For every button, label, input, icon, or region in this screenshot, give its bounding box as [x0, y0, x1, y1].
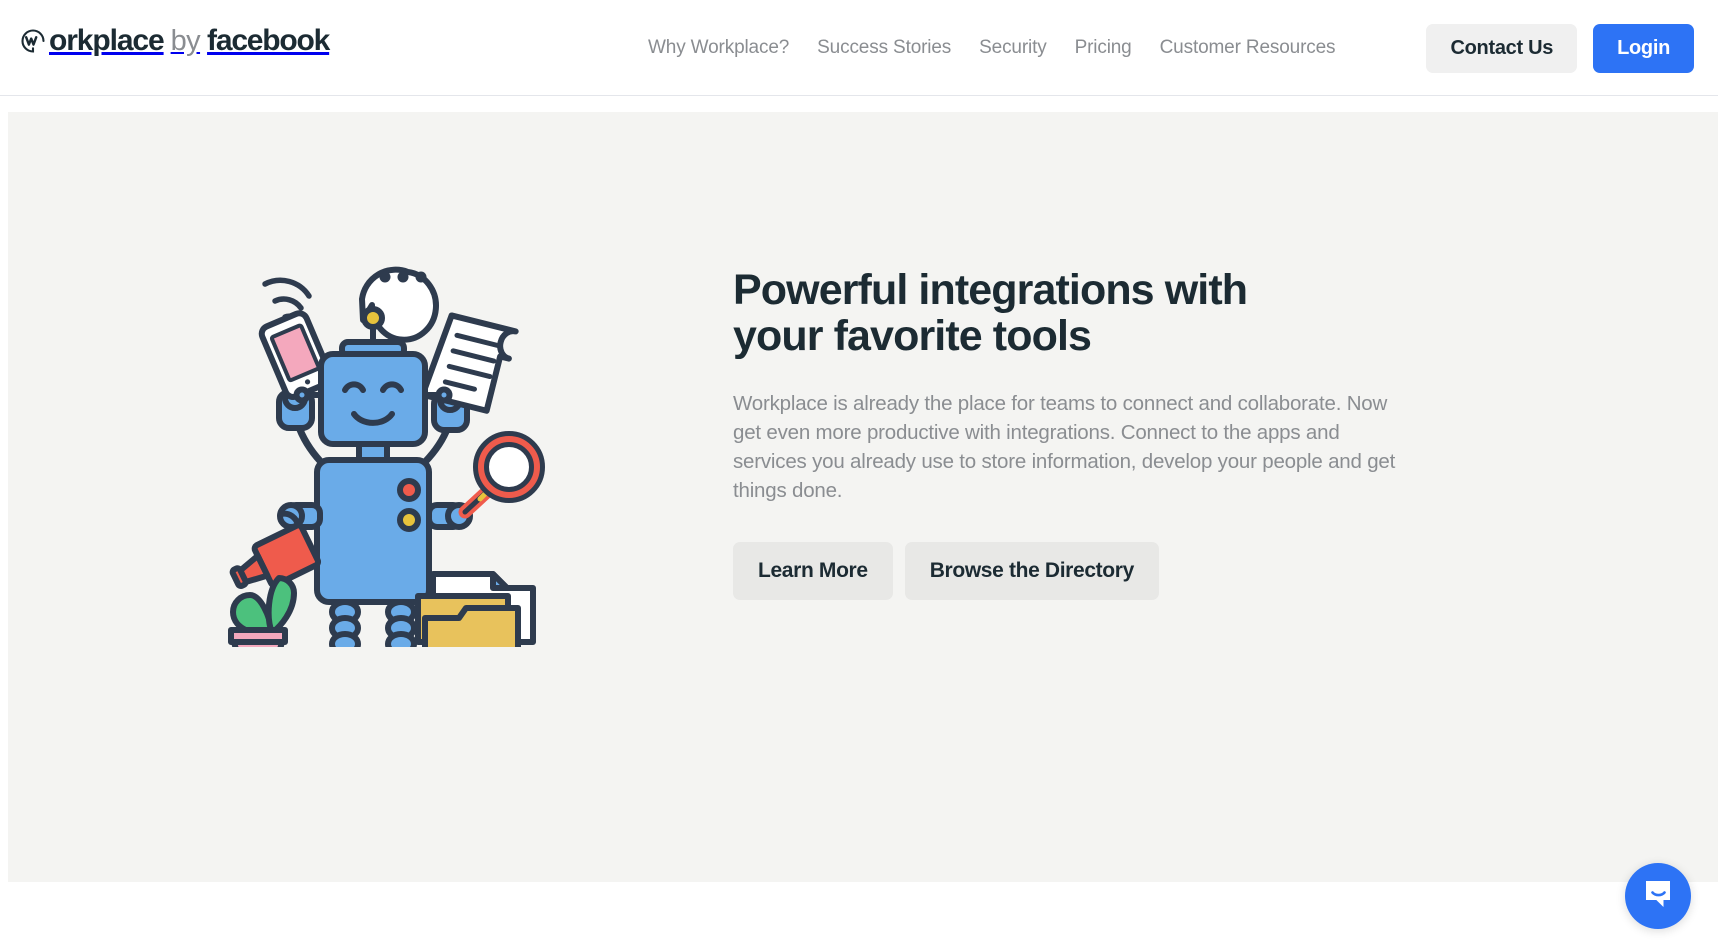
main-navigation: Why Workplace? Success Stories Security …	[648, 0, 1336, 96]
robot-torso	[314, 457, 432, 605]
robot-magnifier-arm	[426, 431, 545, 530]
page-title: Powerful integrations with your favorite…	[733, 266, 1248, 360]
nav-pricing[interactable]: Pricing	[1075, 29, 1132, 67]
robot-integrations-illustration	[193, 222, 553, 675]
nav-why-workplace[interactable]: Why Workplace?	[648, 29, 789, 67]
brand-word-by: by	[170, 25, 201, 57]
nav-success-stories[interactable]: Success Stories	[817, 29, 951, 67]
brand-word-facebook: facebook	[207, 24, 330, 57]
hero-section: Powerful integrations with your favorite…	[8, 112, 1718, 882]
nav-security[interactable]: Security	[979, 29, 1047, 67]
workplace-w-circle-icon	[18, 26, 48, 56]
brand-logo[interactable]: orkplace by facebook	[18, 20, 330, 62]
brand-word-workplace: orkplace	[49, 24, 165, 57]
header-actions: Contact Us Login	[1426, 0, 1694, 96]
learn-more-button[interactable]: Learn More	[733, 542, 893, 601]
hero-copy: Powerful integrations with your favorite…	[733, 266, 1433, 601]
chat-smile-icon	[1641, 877, 1675, 916]
robot-legs	[329, 599, 417, 673]
folder-documents-icon	[415, 571, 536, 665]
hero-description: Workplace is already the place for teams…	[733, 392, 1396, 503]
nav-customer-resources[interactable]: Customer Resources	[1160, 29, 1336, 67]
intercom-messenger-button[interactable]	[1625, 863, 1691, 929]
login-button[interactable]: Login	[1593, 23, 1694, 73]
page-root: orkplace by facebook Why Workplace? Succ…	[0, 0, 1718, 946]
hero-cta-group: Learn More Browse the Directory	[733, 542, 1433, 601]
brand-wordmark: orkplace by facebook	[49, 24, 330, 57]
site-header: orkplace by facebook Why Workplace? Succ…	[0, 0, 1718, 96]
browse-directory-button[interactable]: Browse the Directory	[904, 542, 1159, 601]
contact-us-button[interactable]: Contact Us	[1426, 23, 1578, 73]
